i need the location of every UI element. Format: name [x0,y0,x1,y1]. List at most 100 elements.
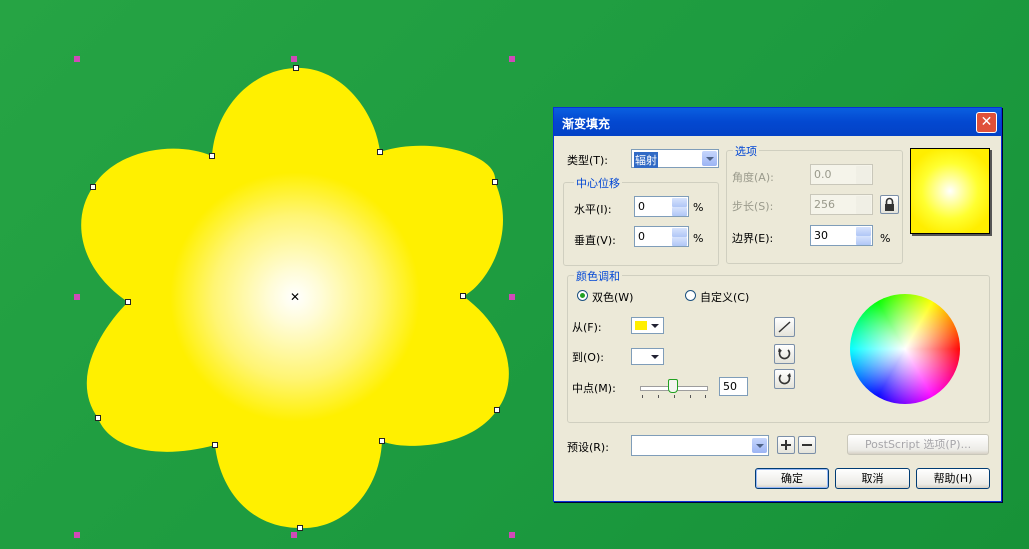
percent-sign: % [880,232,891,245]
counterclockwise-icon [778,348,791,360]
spin-up-icon[interactable] [856,166,871,175]
slider-tick [642,395,643,398]
lock-icon [885,197,894,211]
fill-preview [910,148,990,234]
percent-sign: % [693,201,704,214]
chevron-down-icon[interactable] [752,438,767,453]
slider-tick [705,395,706,398]
ccw-blend-button[interactable] [774,344,795,364]
horizontal-field[interactable]: 0 [634,196,689,217]
to-color-button[interactable] [631,348,664,365]
from-color-swatch [635,321,647,330]
midpoint-field[interactable]: 50 [719,377,748,396]
shape-node[interactable] [377,149,383,155]
spin-up-icon[interactable] [856,196,871,205]
minus-icon [802,444,812,446]
selection-handle[interactable] [291,56,297,62]
to-color-swatch [635,352,647,361]
selection-handle[interactable] [74,532,80,538]
shape-node[interactable] [90,184,96,190]
type-label: 类型(T): [567,154,609,167]
angle-field[interactable]: 0.0 [810,164,873,185]
close-button[interactable]: ✕ [976,112,997,133]
shape-node[interactable] [460,293,466,299]
shape-node[interactable] [212,442,218,448]
postscript-options-button[interactable]: PostScript 选项(P)... [847,434,989,455]
spin-down-icon[interactable] [856,205,871,214]
preset-label: 预设(R): [567,441,609,454]
chevron-down-icon[interactable] [702,151,717,166]
center-marker-icon[interactable]: ✕ [290,291,300,303]
clockwise-icon [778,373,791,385]
horizontal-value: 0 [638,200,645,213]
horizontal-label: 水平(I): [574,203,612,216]
vertical-field[interactable]: 0 [634,226,689,247]
steps-value: 256 [814,198,835,211]
custom-radio[interactable] [685,290,696,301]
center-offset-group [563,182,719,266]
slider-tick [674,395,675,398]
spin-down-icon[interactable] [672,237,687,246]
title-bar[interactable]: 渐变填充 ✕ [554,108,1001,136]
preset-select[interactable] [631,435,769,456]
spin-down-icon[interactable] [672,207,687,216]
shape-node[interactable] [379,438,385,444]
percent-sign: % [693,232,704,245]
center-offset-title: 中心位移 [574,175,622,191]
lock-button[interactable] [880,195,899,214]
type-value: 辐射 [634,152,658,168]
edge-pad-field[interactable]: 30 [810,225,873,246]
edge-label: 边界(E): [732,232,774,245]
cancel-button[interactable]: 取消 [835,468,910,489]
spin-down-icon[interactable] [856,236,871,245]
midpoint-slider-thumb[interactable] [668,379,678,393]
selection-handle[interactable] [509,294,515,300]
shape-node[interactable] [95,415,101,421]
spin-down-icon[interactable] [856,175,871,184]
selection-handle[interactable] [74,56,80,62]
midpoint-value: 50 [723,380,737,393]
spin-up-icon[interactable] [672,198,687,207]
selection-handle[interactable] [509,56,515,62]
add-preset-button[interactable] [777,436,795,454]
direct-blend-icon [778,321,791,333]
shape-node[interactable] [209,153,215,159]
midpoint-label: 中点(M): [572,382,616,395]
help-button[interactable]: 帮助(H) [916,468,990,489]
plus-icon [781,440,791,450]
from-label: 从(F): [572,321,602,334]
cw-blend-button[interactable] [774,369,795,389]
shape-node[interactable] [492,179,498,185]
vertical-label: 垂直(V): [574,234,616,247]
direct-blend-button[interactable] [774,317,795,337]
selection-handle[interactable] [509,532,515,538]
to-label: 到(O): [572,351,604,364]
spin-up-icon[interactable] [856,227,871,236]
steps-field[interactable]: 256 [810,194,873,215]
shape-node[interactable] [125,299,131,305]
chevron-down-icon [651,324,659,328]
vertical-value: 0 [638,230,645,243]
from-color-button[interactable] [631,317,664,334]
color-blend-title: 颜色调和 [574,268,622,284]
selection-handle[interactable] [291,532,297,538]
shape-node[interactable] [293,65,299,71]
shape-node[interactable] [297,525,303,531]
shape-node[interactable] [494,407,500,413]
selection-handle[interactable] [74,294,80,300]
spin-up-icon[interactable] [672,228,687,237]
type-select[interactable]: 辐射 [631,149,719,168]
two-color-radio[interactable] [577,290,588,301]
options-title: 选项 [733,143,759,159]
ok-button[interactable]: 确定 [755,468,829,489]
slider-tick [658,395,659,398]
dialog-title: 渐变填充 [562,117,611,131]
angle-value: 0.0 [814,168,832,181]
steps-label: 步长(S): [732,200,774,213]
two-color-label[interactable]: 双色(W) [592,289,633,305]
remove-preset-button[interactable] [798,436,816,454]
color-wheel[interactable] [850,294,960,404]
angle-label: 角度(A): [732,171,774,184]
custom-label[interactable]: 自定义(C) [700,289,749,305]
fountain-fill-dialog: 渐变填充 ✕ 类型(T): 辐射 中心位移 水平(I): 0 % 垂直(V): … [553,107,1002,502]
